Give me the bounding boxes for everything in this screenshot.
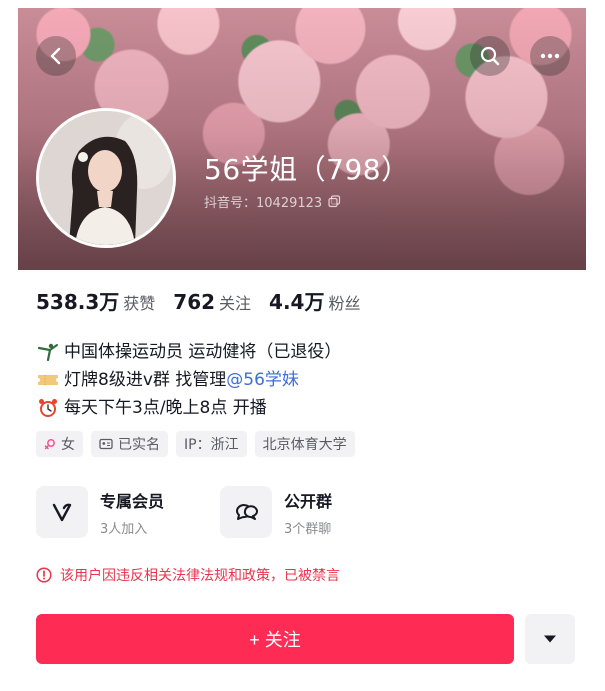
search-icon <box>480 46 500 66</box>
tag-ip-label: IP：浙江 <box>184 437 239 453</box>
more-actions-dropdown[interactable] <box>525 614 575 664</box>
avatar[interactable] <box>36 108 176 248</box>
profile-page: 56学姐（798） 抖音号：10429123 538.3万 获赞 762 关注 … <box>18 0 586 691</box>
ticket-icon <box>36 369 60 391</box>
profile-stats: 538.3万 获赞 762 关注 4.4万 粉丝 <box>36 286 379 315</box>
member-card-subtitle: 3人加入 <box>100 521 148 537</box>
mention-link[interactable]: @56学妹 <box>226 366 299 394</box>
member-card-text: 专属会员 3人加入 <box>100 488 164 537</box>
stat-following-label: 关注 <box>219 294 252 313</box>
profile-tags: 女 已实名 IP：浙江 北京体育大学 <box>36 431 355 457</box>
alarm-clock-icon <box>36 397 60 419</box>
tag-verified-label: 已实名 <box>118 437 160 453</box>
caret-down-icon <box>544 635 556 643</box>
bio-line-schedule-text: 每天下午3点/晚上8点 开播 <box>64 398 267 418</box>
bio-line-athlete-text: 中国体操运动员 运动健将（已退役） <box>64 342 342 362</box>
bio-line-group: 灯牌8级进v群 找管理 @56学妹 <box>36 366 576 394</box>
stat-followers[interactable]: 4.4万 粉丝 <box>269 286 360 315</box>
group-card-subtitle: 3个群聊 <box>284 521 332 537</box>
stat-likes[interactable]: 538.3万 获赞 <box>36 286 155 315</box>
warning-icon <box>36 567 52 583</box>
tag-gender: 女 <box>36 431 83 457</box>
stat-likes-value: 538.3万 <box>36 290 120 314</box>
profile-bio: 中国体操运动员 运动健将（已退役） 灯牌8级进v群 找管理 @56学妹 每天下午… <box>36 338 576 422</box>
tag-school-label: 北京体育大学 <box>262 437 347 453</box>
member-card[interactable]: 专属会员 3人加入 <box>36 486 164 538</box>
bio-line-schedule: 每天下午3点/晚上8点 开播 <box>36 394 576 422</box>
group-card[interactable]: 公开群 3个群聊 <box>220 486 332 538</box>
group-card-title: 公开群 <box>284 491 333 511</box>
stat-likes-label: 获赞 <box>123 294 156 313</box>
tag-verified: 已实名 <box>91 431 168 457</box>
copy-icon[interactable] <box>328 195 341 208</box>
stat-following-value: 762 <box>173 290 216 314</box>
id-card-icon <box>99 438 113 450</box>
group-chat-icon <box>236 504 258 520</box>
stat-followers-value: 4.4万 <box>269 290 325 314</box>
stat-followers-label: 粉丝 <box>328 294 361 313</box>
gymnast-icon <box>36 341 60 363</box>
back-button[interactable] <box>36 36 76 76</box>
bio-line-athlete: 中国体操运动员 运动健将（已退役） <box>36 338 576 366</box>
ban-notice-text: 该用户因违反相关法律法规和政策，已被禁言 <box>60 568 340 584</box>
vip-v-icon <box>52 503 72 522</box>
chevron-left-icon <box>50 47 61 65</box>
douyin-id-text: 抖音号：10429123 <box>204 196 323 211</box>
member-card-title: 专属会员 <box>100 491 165 511</box>
display-name: 56学姐（798） <box>204 153 410 186</box>
member-card-icon-box <box>36 486 88 538</box>
follow-button[interactable]: + 关注 <box>36 614 514 664</box>
douyin-id[interactable]: 抖音号：10429123 <box>204 192 341 211</box>
profile-banner: 56学姐（798） 抖音号：10429123 <box>18 8 586 270</box>
tag-ip: IP：浙江 <box>176 431 247 457</box>
tag-school[interactable]: 北京体育大学 <box>254 431 355 457</box>
more-dots-icon <box>540 53 560 59</box>
group-card-icon-box <box>220 486 272 538</box>
user-avatar-icon <box>39 111 173 245</box>
more-button[interactable] <box>530 36 570 76</box>
group-card-text: 公开群 3个群聊 <box>284 488 332 537</box>
bio-line-group-text: 灯牌8级进v群 找管理 <box>64 370 227 390</box>
search-button[interactable] <box>470 36 510 76</box>
female-icon <box>44 439 55 450</box>
tag-gender-label: 女 <box>61 437 75 453</box>
ban-notice: 该用户因违反相关法律法规和政策，已被禁言 <box>36 565 340 585</box>
stat-following[interactable]: 762 关注 <box>173 290 251 314</box>
